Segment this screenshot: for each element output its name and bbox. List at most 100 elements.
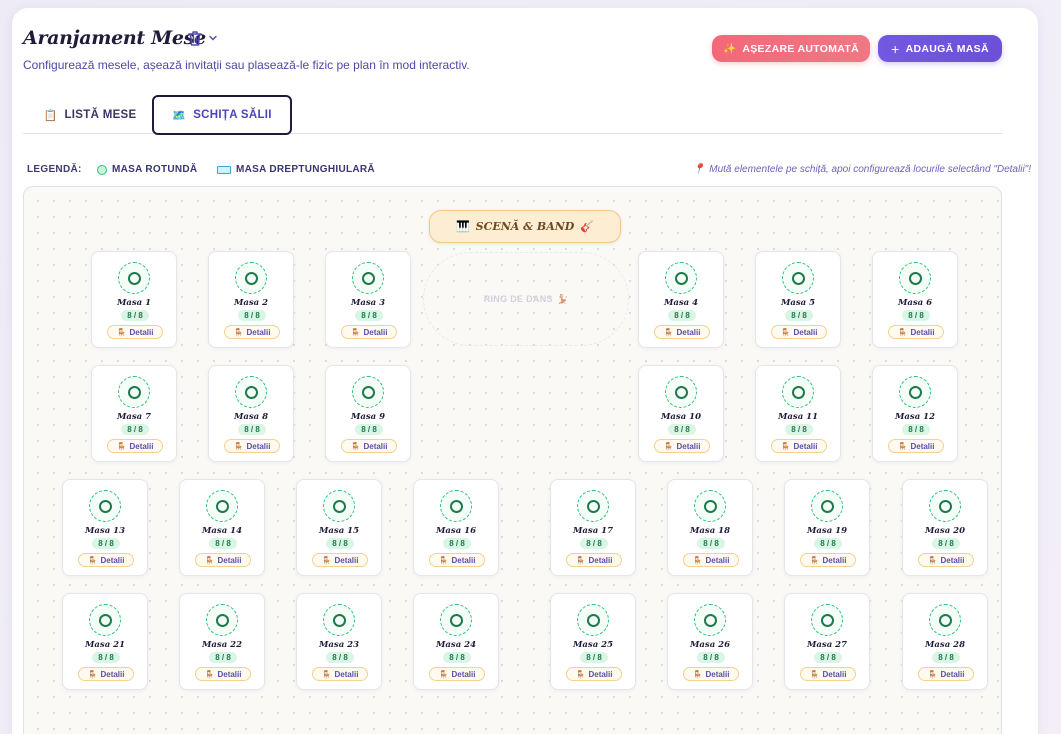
table-card[interactable]: Masa 5 8 / 8 🪑 Detalii (755, 251, 841, 348)
chair-icon: 🪑 (780, 441, 791, 451)
details-button[interactable]: 🪑 Detalii (429, 667, 485, 681)
details-button[interactable]: 🪑 Detalii (195, 553, 251, 567)
ring-icon (244, 385, 258, 399)
table-card[interactable]: Masa 2 8 / 8 🪑 Detalii (208, 251, 294, 348)
ring-icon (215, 613, 229, 627)
details-button[interactable]: 🪑 Detalii (918, 553, 974, 567)
table-card[interactable]: Masa 11 8 / 8 🪑 Detalii (755, 365, 841, 462)
drag-hint: 📍 Mută elementele pe schiță, apoi config… (692, 164, 1031, 175)
ring-icon (244, 271, 258, 285)
chair-icon: 🪑 (780, 327, 791, 337)
table-card[interactable]: Masa 22 8 / 8 🪑 Detalii (179, 593, 265, 690)
details-button[interactable]: 🪑 Detalii (800, 553, 856, 567)
details-button[interactable]: 🪑 Detalii (918, 667, 974, 681)
details-button[interactable]: 🪑 Detalii (341, 439, 397, 453)
chair-icon: 🪑 (116, 327, 127, 337)
details-button[interactable]: 🪑 Detalii (195, 667, 251, 681)
table-card[interactable]: Masa 12 8 / 8 🪑 Detalii (872, 365, 958, 462)
seat-count: 8 / 8 (697, 538, 725, 549)
auto-seat-button[interactable]: ✨ AȘEZARE AUTOMATĂ (712, 35, 870, 62)
table-card[interactable]: Masa 19 8 / 8 🪑 Detalii (784, 479, 870, 576)
table-card[interactable]: Masa 20 8 / 8 🪑 Detalii (902, 479, 988, 576)
seat-count: 8 / 8 (326, 538, 354, 549)
ring-icon (449, 499, 463, 513)
table-card[interactable]: Masa 21 8 / 8 🪑 Detalii (62, 593, 148, 690)
table-card[interactable]: Masa 8 8 / 8 🪑 Detalii (208, 365, 294, 462)
round-table-icon (235, 262, 267, 294)
legend-rect: MASA DREPTUNGHIULARĂ (217, 164, 375, 175)
chair-icon: 🪑 (927, 669, 938, 679)
table-card[interactable]: Masa 7 8 / 8 🪑 Detalii (91, 365, 177, 462)
details-button[interactable]: 🪑 Detalii (566, 667, 622, 681)
stage-element[interactable]: 🎹 SCENĂ & BAND 🎸 (429, 210, 621, 243)
details-button[interactable]: 🪑 Detalii (771, 439, 827, 453)
dance-floor[interactable]: RING DE DANS 💃 (423, 252, 629, 346)
round-table-icon (694, 604, 726, 636)
seat-count: 8 / 8 (92, 652, 120, 663)
trash-icon[interactable] (187, 30, 203, 47)
table-card[interactable]: Masa 6 8 / 8 🪑 Detalii (872, 251, 958, 348)
table-card[interactable]: Masa 17 8 / 8 🪑 Detalii (550, 479, 636, 576)
table-card[interactable]: Masa 3 8 / 8 🪑 Detalii (325, 251, 411, 348)
details-button[interactable]: 🪑 Detalii (224, 325, 280, 339)
round-table-icon (577, 490, 609, 522)
ring-icon (908, 271, 922, 285)
table-card[interactable]: Masa 9 8 / 8 🪑 Detalii (325, 365, 411, 462)
table-name: Masa 24 (436, 640, 476, 650)
details-button[interactable]: 🪑 Detalii (312, 667, 368, 681)
table-card[interactable]: Masa 15 8 / 8 🪑 Detalii (296, 479, 382, 576)
ring-icon (98, 613, 112, 627)
table-card[interactable]: Masa 18 8 / 8 🪑 Detalii (667, 479, 753, 576)
ring-icon (703, 499, 717, 513)
round-table-icon (899, 262, 931, 294)
details-button[interactable]: 🪑 Detalii (654, 325, 710, 339)
table-card[interactable]: Masa 16 8 / 8 🪑 Detalii (413, 479, 499, 576)
details-button[interactable]: 🪑 Detalii (78, 553, 134, 567)
tab-table-list[interactable]: 📋 LISTĂ MESE (30, 95, 150, 135)
round-table-icon (782, 262, 814, 294)
details-button[interactable]: 🪑 Detalii (566, 553, 622, 567)
details-button[interactable]: 🪑 Detalii (683, 667, 739, 681)
table-card[interactable]: Masa 26 8 / 8 🪑 Detalii (667, 593, 753, 690)
chair-icon: 🪑 (809, 669, 820, 679)
round-table-icon (440, 490, 472, 522)
chevron-down-icon[interactable] (208, 33, 218, 43)
details-button[interactable]: 🪑 Detalii (654, 439, 710, 453)
table-card[interactable]: Masa 25 8 / 8 🪑 Detalii (550, 593, 636, 690)
table-card[interactable]: Masa 27 8 / 8 🪑 Detalii (784, 593, 870, 690)
chair-icon: 🪑 (87, 555, 98, 565)
details-button[interactable]: 🪑 Detalii (429, 553, 485, 567)
table-card[interactable]: Masa 13 8 / 8 🪑 Detalii (62, 479, 148, 576)
table-name: Masa 1 (116, 298, 152, 308)
details-button[interactable]: 🪑 Detalii (78, 667, 134, 681)
table-card[interactable]: Masa 24 8 / 8 🪑 Detalii (413, 593, 499, 690)
table-card[interactable]: Masa 14 8 / 8 🪑 Detalii (179, 479, 265, 576)
details-button[interactable]: 🪑 Detalii (771, 325, 827, 339)
table-card[interactable]: Masa 28 8 / 8 🪑 Detalii (902, 593, 988, 690)
details-button[interactable]: 🪑 Detalii (888, 439, 944, 453)
details-button[interactable]: 🪑 Detalii (107, 325, 163, 339)
add-table-button[interactable]: + ADAUGĂ MASĂ (878, 35, 1002, 62)
details-button[interactable]: 🪑 Detalii (341, 325, 397, 339)
table-card[interactable]: Masa 1 8 / 8 🪑 Detalii (91, 251, 177, 348)
round-table-icon (929, 490, 961, 522)
details-button[interactable]: 🪑 Detalii (800, 667, 856, 681)
seat-count: 8 / 8 (814, 538, 842, 549)
table-card[interactable]: Masa 10 8 / 8 🪑 Detalii (638, 365, 724, 462)
table-card[interactable]: Masa 4 8 / 8 🪑 Detalii (638, 251, 724, 348)
round-table-icon (89, 490, 121, 522)
tab-hall-sketch[interactable]: 🗺️ SCHIȚA SĂLII (152, 95, 292, 135)
round-table-icon (694, 490, 726, 522)
round-table-icon (89, 604, 121, 636)
seat-count: 8 / 8 (902, 424, 930, 435)
seat-count: 8 / 8 (238, 424, 266, 435)
details-button[interactable]: 🪑 Detalii (683, 553, 739, 567)
chair-icon: 🪑 (438, 669, 449, 679)
details-button[interactable]: 🪑 Detalii (888, 325, 944, 339)
chair-icon: 🪑 (233, 327, 244, 337)
chair-icon: 🪑 (692, 669, 703, 679)
details-button[interactable]: 🪑 Detalii (107, 439, 163, 453)
details-button[interactable]: 🪑 Detalii (312, 553, 368, 567)
details-button[interactable]: 🪑 Detalii (224, 439, 280, 453)
table-card[interactable]: Masa 23 8 / 8 🪑 Detalii (296, 593, 382, 690)
